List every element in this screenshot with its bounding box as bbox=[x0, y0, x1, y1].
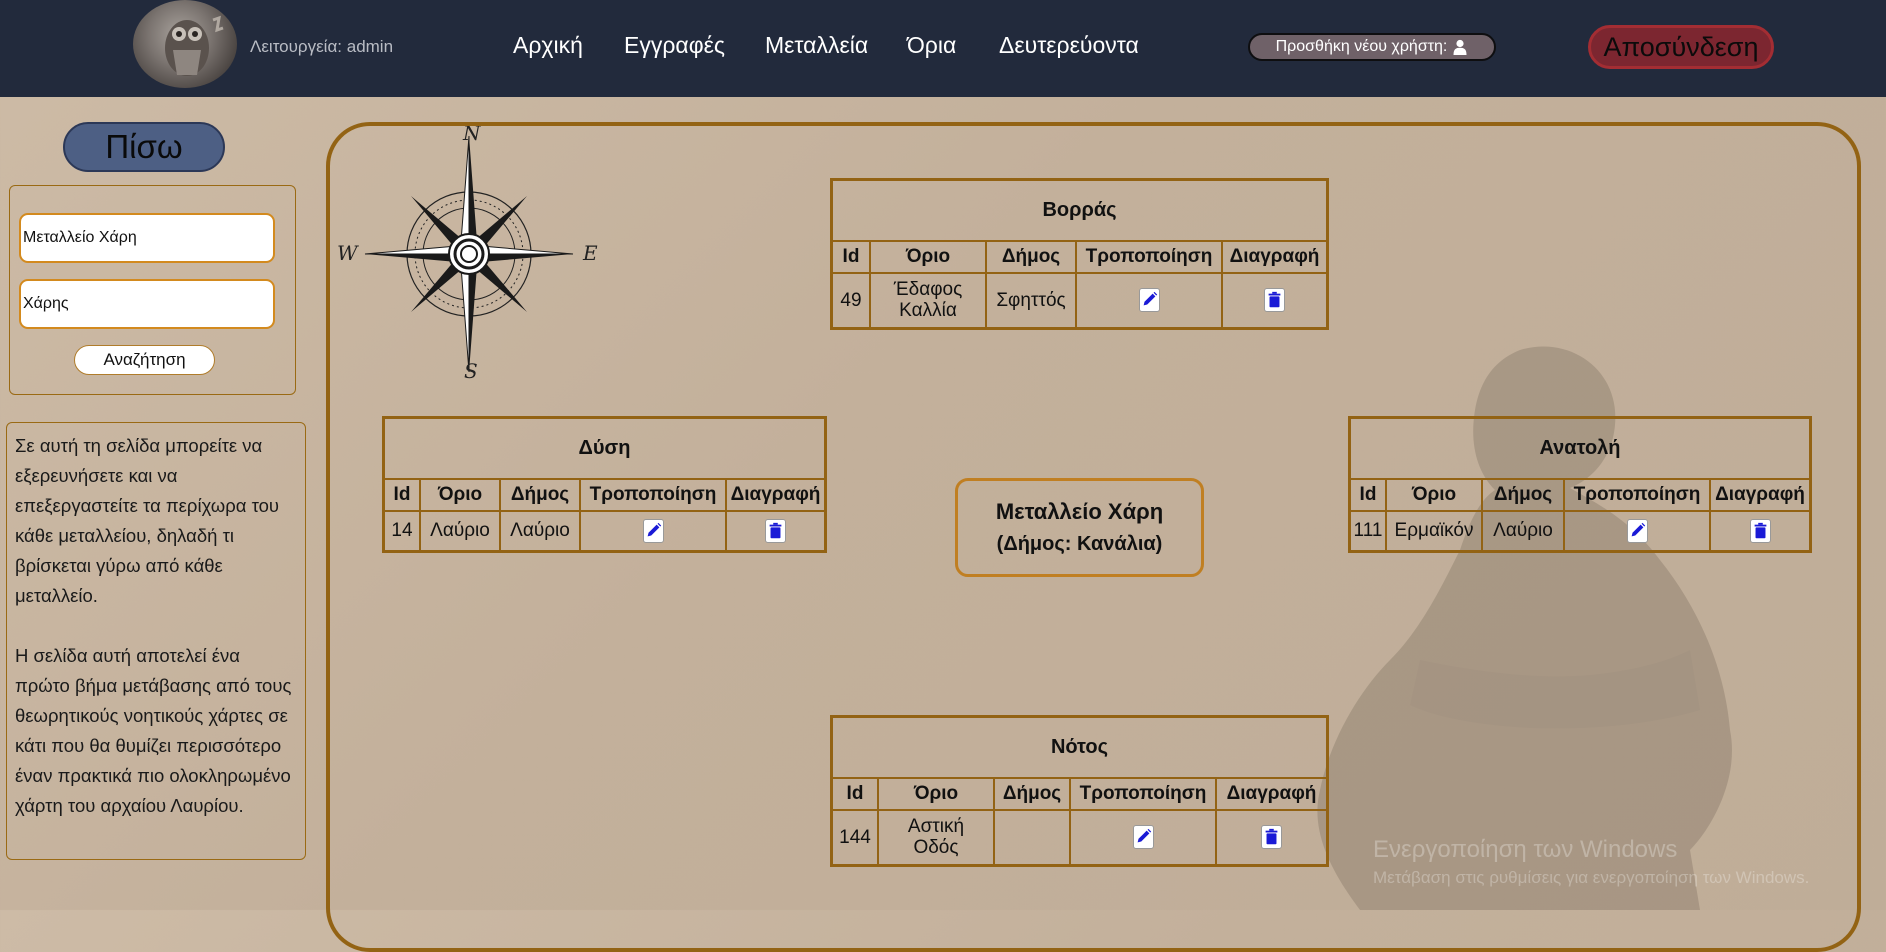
trash-icon[interactable] bbox=[1264, 288, 1285, 313]
col-header-edit: Τροποποίηση bbox=[1069, 777, 1217, 811]
table-row: 14 Λαύριο Λαύριο bbox=[382, 510, 827, 552]
cell-orio-line: Αστική bbox=[907, 816, 965, 838]
cell-dimos: Λαύριο bbox=[1481, 510, 1565, 552]
nav-records[interactable]: Εγγραφές bbox=[624, 32, 725, 59]
table-caption: Ανατολή bbox=[1348, 416, 1812, 480]
cell-edit bbox=[579, 510, 727, 552]
cell-edit bbox=[1563, 510, 1711, 552]
col-header-delete: Διαγραφή bbox=[725, 478, 827, 512]
cell-id: 111 bbox=[1348, 510, 1387, 552]
add-user-label: Προσθήκη νέου χρήστη: bbox=[1275, 38, 1448, 55]
compass-west-label: W bbox=[337, 241, 359, 265]
add-user-button[interactable]: Προσθήκη νέου χρήστη: bbox=[1248, 33, 1496, 61]
mine-municipality: (Δήμος: Κανάλια) bbox=[996, 533, 1163, 555]
cell-orio-line: Οδός bbox=[913, 837, 959, 859]
col-header-id: Id bbox=[830, 777, 879, 811]
compass-rose-icon: N S E W bbox=[337, 126, 598, 383]
table-caption: Νότος bbox=[830, 715, 1329, 779]
compass-south-label: S bbox=[464, 359, 478, 383]
compass-north-label: N bbox=[462, 126, 482, 145]
east-table: Ανατολή Id Όριο Δήμος Τροποποίηση Διαγρα… bbox=[1348, 416, 1812, 553]
col-header-delete: Διαγραφή bbox=[1215, 777, 1329, 811]
mode-label: Λειτουργεία: admin bbox=[250, 37, 394, 56]
cell-dimos: Λαύριο bbox=[499, 510, 581, 552]
logout-button[interactable]: Αποσύνδεση bbox=[1588, 25, 1774, 69]
col-header-delete: Διαγραφή bbox=[1709, 478, 1812, 512]
cell-dimos: Σφηττός bbox=[985, 272, 1077, 329]
col-header-dimos: Δήμος bbox=[993, 777, 1071, 811]
col-header-edit: Τροποποίηση bbox=[579, 478, 727, 512]
cell-orio: Ερμαϊκόν bbox=[1385, 510, 1483, 552]
col-header-id: Id bbox=[1348, 478, 1387, 512]
mine-search-input[interactable] bbox=[19, 213, 275, 263]
cell-orio: Λαύριο bbox=[419, 510, 501, 552]
cell-orio-line: Έδαφος bbox=[893, 279, 963, 301]
info-panel: Σε αυτή τη σελίδα μπορείτε να εξερευνήσε… bbox=[6, 422, 306, 860]
cell-dimos bbox=[993, 809, 1071, 866]
col-header-id: Id bbox=[382, 478, 421, 512]
col-header-edit: Τροποποίηση bbox=[1075, 240, 1223, 274]
back-button[interactable]: Πίσω bbox=[63, 122, 225, 172]
cell-delete bbox=[1221, 272, 1329, 329]
south-table: Νότος Id Όριο Δήμος Τροποποίηση Διαγραφή… bbox=[830, 715, 1329, 867]
nav-mines[interactable]: Μεταλλεία bbox=[765, 32, 868, 59]
cell-orio: Αστική Οδός bbox=[877, 809, 995, 866]
edit-pencil-icon[interactable] bbox=[1132, 825, 1154, 850]
cell-id: 144 bbox=[830, 809, 879, 866]
edit-pencil-icon[interactable] bbox=[1138, 288, 1160, 313]
cell-delete bbox=[1709, 510, 1812, 552]
west-table: Δύση Id Όριο Δήμος Τροποποίηση Διαγραφή … bbox=[382, 416, 827, 553]
nav-home[interactable]: Αρχική bbox=[513, 32, 583, 59]
cell-delete bbox=[1215, 809, 1329, 866]
current-mine-card: Μεταλλείο Χάρη (Δήμος: Κανάλια) bbox=[955, 478, 1204, 577]
col-header-delete: Διαγραφή bbox=[1221, 240, 1329, 274]
compass-east-label: E bbox=[582, 241, 598, 265]
top-navbar: Λειτουργεία: admin Αρχική Εγγραφές Μεταλ… bbox=[0, 0, 1886, 97]
owner-search-input[interactable] bbox=[19, 279, 275, 329]
windows-activation-subtitle: Μετάβαση στις ρυθμίσεις για ενεργοποίηση… bbox=[1373, 868, 1810, 887]
col-header-edit: Τροποποίηση bbox=[1563, 478, 1711, 512]
cell-edit bbox=[1075, 272, 1223, 329]
search-button[interactable]: Αναζήτηση bbox=[74, 345, 215, 375]
edit-pencil-icon[interactable] bbox=[642, 518, 664, 543]
edit-pencil-icon[interactable] bbox=[1626, 518, 1648, 543]
cell-orio: Έδαφος Καλλία bbox=[869, 272, 987, 329]
info-paragraph: Σε αυτή τη σελίδα μπορείτε να εξερευνήσε… bbox=[15, 435, 280, 606]
col-header-orio: Όριο bbox=[419, 478, 501, 512]
table-row: 144 Αστική Οδός bbox=[830, 809, 1329, 866]
trash-icon[interactable] bbox=[1261, 825, 1282, 850]
col-header-dimos: Δήμος bbox=[985, 240, 1077, 274]
search-panel: Αναζήτηση bbox=[9, 185, 296, 395]
col-header-dimos: Δήμος bbox=[499, 478, 581, 512]
user-icon bbox=[1453, 39, 1467, 55]
cell-id: 49 bbox=[830, 272, 871, 329]
table-caption: Βορράς bbox=[830, 178, 1329, 242]
nav-boundaries[interactable]: Όρια bbox=[907, 32, 956, 59]
table-row: 111 Ερμαϊκόν Λαύριο bbox=[1348, 510, 1812, 552]
col-header-orio: Όριο bbox=[1385, 478, 1483, 512]
windows-activation-title: Ενεργοποίηση των Windows bbox=[1373, 836, 1678, 863]
col-header-dimos: Δήμος bbox=[1481, 478, 1565, 512]
table-caption: Δύση bbox=[382, 416, 827, 480]
table-row: 49 Έδαφος Καλλία Σφηττός bbox=[830, 272, 1329, 329]
cell-id: 14 bbox=[382, 510, 421, 552]
col-header-orio: Όριο bbox=[869, 240, 987, 274]
nav-secondary[interactable]: Δευτερεύοντα bbox=[999, 32, 1139, 59]
cell-orio-line: Καλλία bbox=[899, 300, 957, 322]
trash-icon[interactable] bbox=[765, 518, 786, 543]
north-table: Βορράς Id Όριο Δήμος Τροποποίηση Διαγραφ… bbox=[830, 178, 1329, 330]
cell-edit bbox=[1069, 809, 1217, 866]
col-header-id: Id bbox=[830, 240, 871, 274]
owl-coin-logo[interactable] bbox=[133, 0, 237, 88]
col-header-orio: Όριο bbox=[877, 777, 995, 811]
cell-delete bbox=[725, 510, 827, 552]
mine-name: Μεταλλείο Χάρη bbox=[995, 499, 1164, 524]
info-paragraph: Η σελίδα αυτή αποτελεί ένα πρώτο βήμα με… bbox=[15, 645, 292, 816]
trash-icon[interactable] bbox=[1749, 518, 1771, 543]
